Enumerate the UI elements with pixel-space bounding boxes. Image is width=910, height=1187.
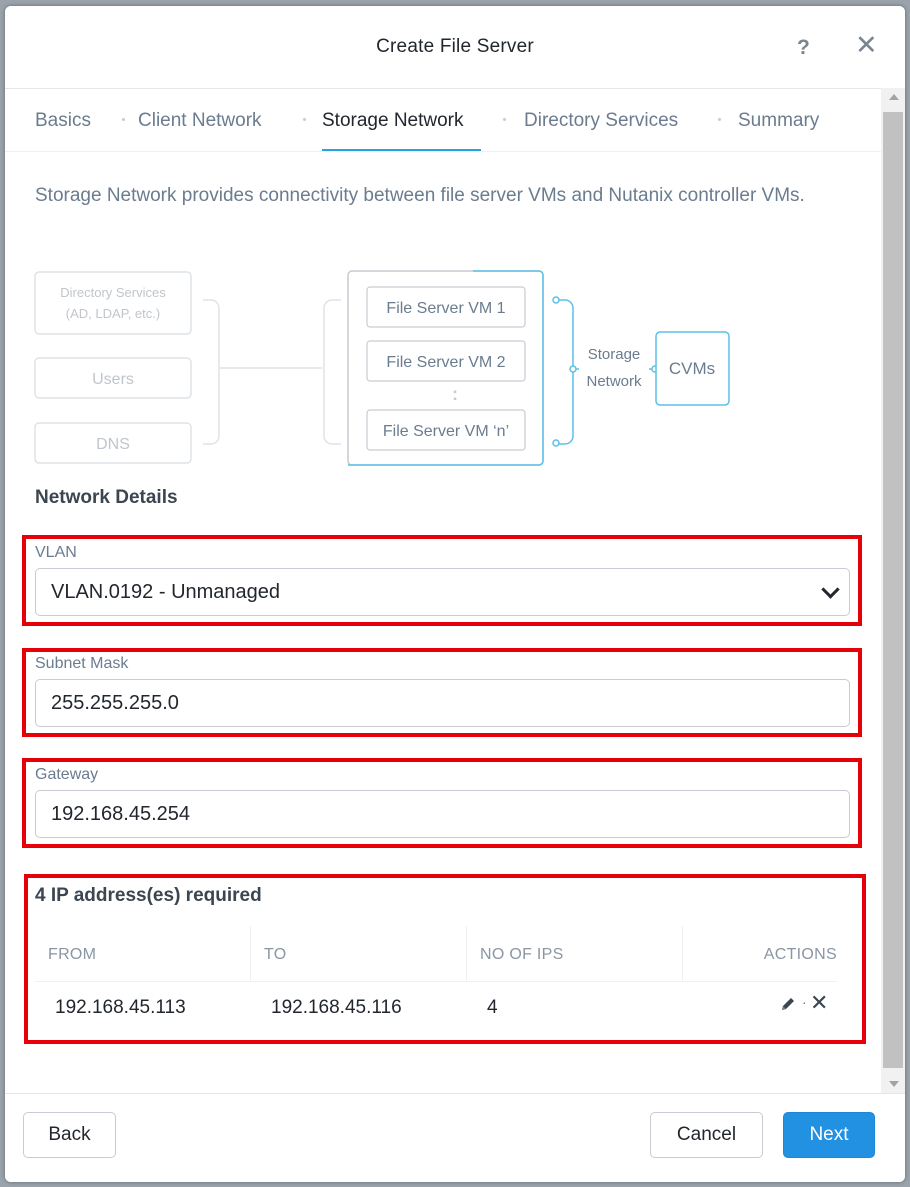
tab-separator <box>122 118 125 121</box>
ip-range-count: 4 <box>487 997 498 1018</box>
vlan-selected-value: VLAN.0192 - Unmanaged <box>51 581 281 603</box>
diagram-storage-label: Storage <box>588 346 641 363</box>
next-button[interactable]: Next <box>783 1112 875 1158</box>
column-no-of-ips: NO OF IPS <box>480 946 564 963</box>
diagram-directory-services-line1: Directory Services <box>60 285 166 300</box>
scroll-up-arrow-icon[interactable] <box>889 94 899 100</box>
column-actions: ACTIONS <box>763 946 837 963</box>
column-divider <box>682 926 683 981</box>
network-details-title: Network Details <box>35 487 178 508</box>
storage-network-description: Storage Network provides connectivity be… <box>35 185 805 206</box>
back-button[interactable]: Back <box>23 1112 116 1158</box>
tab-basics[interactable]: Basics <box>35 110 91 132</box>
diagram-cvms: CVMs <box>669 359 715 378</box>
cancel-button[interactable]: Cancel <box>650 1112 763 1158</box>
action-separator: · <box>802 994 807 1010</box>
subnet-mask-label: Subnet Mask <box>35 655 129 672</box>
delete-icon[interactable]: ✕ <box>810 992 828 1014</box>
ip-table-header: FROM TO NO OF IPS ACTIONS <box>35 926 837 982</box>
gateway-input[interactable]: 192.168.45.254 <box>35 790 850 838</box>
tab-separator <box>303 118 306 121</box>
diagram-fsvm-1: File Server VM 1 <box>386 300 505 317</box>
tab-separator <box>718 118 721 121</box>
subnet-mask-input[interactable]: 255.255.255.0 <box>35 679 850 727</box>
tab-summary[interactable]: Summary <box>738 110 819 132</box>
close-icon[interactable]: ✕ <box>855 32 878 59</box>
ip-required-text: 4 IP address(es) required <box>35 885 262 906</box>
diagram-fsvm-n: File Server VM ‘n’ <box>383 423 509 440</box>
vertical-scrollbar[interactable] <box>881 88 905 1093</box>
gateway-label: Gateway <box>35 766 99 783</box>
create-file-server-dialog: Create File Server ? ✕ Basics Client Net… <box>5 6 905 1182</box>
chevron-down-icon <box>821 580 840 599</box>
tab-separator <box>503 118 506 121</box>
diagram-network-label: Network <box>586 373 642 390</box>
column-to: TO <box>264 946 287 963</box>
tab-directory-services[interactable]: Directory Services <box>524 110 678 132</box>
vlan-label: VLAN <box>35 544 77 561</box>
scroll-thumb[interactable] <box>883 112 903 1068</box>
dialog-title: Create File Server <box>376 36 534 57</box>
dialog-footer: Back Cancel Next <box>5 1093 905 1182</box>
help-icon[interactable]: ? <box>797 36 810 60</box>
column-from: FROM <box>48 946 97 963</box>
diagram-dns: DNS <box>96 436 130 453</box>
dialog-header: Create File Server ? ✕ <box>5 6 905 89</box>
diagram-directory-services-line2: (AD, LDAP, etc.) <box>66 306 160 321</box>
diagram-users: Users <box>92 371 134 388</box>
ip-range-to: 192.168.45.116 <box>271 997 402 1018</box>
tab-storage-network[interactable]: Storage Network <box>322 110 464 132</box>
storage-network-diagram: Directory Services (AD, LDAP, etc.) User… <box>34 270 730 466</box>
edit-pencil-icon[interactable] <box>780 996 796 1012</box>
wizard-tabs: Basics Client Network Storage Network Di… <box>5 88 881 152</box>
column-divider <box>250 926 251 981</box>
column-divider <box>466 926 467 981</box>
active-tab-indicator <box>322 149 481 151</box>
diagram-ellipsis: : <box>452 384 458 404</box>
vlan-select[interactable]: VLAN.0192 - Unmanaged <box>35 568 850 616</box>
ip-range-from: 192.168.45.113 <box>55 997 186 1018</box>
tab-client-network[interactable]: Client Network <box>138 110 262 132</box>
diagram-fsvm-2: File Server VM 2 <box>386 354 505 371</box>
scroll-down-arrow-icon[interactable] <box>889 1081 899 1087</box>
